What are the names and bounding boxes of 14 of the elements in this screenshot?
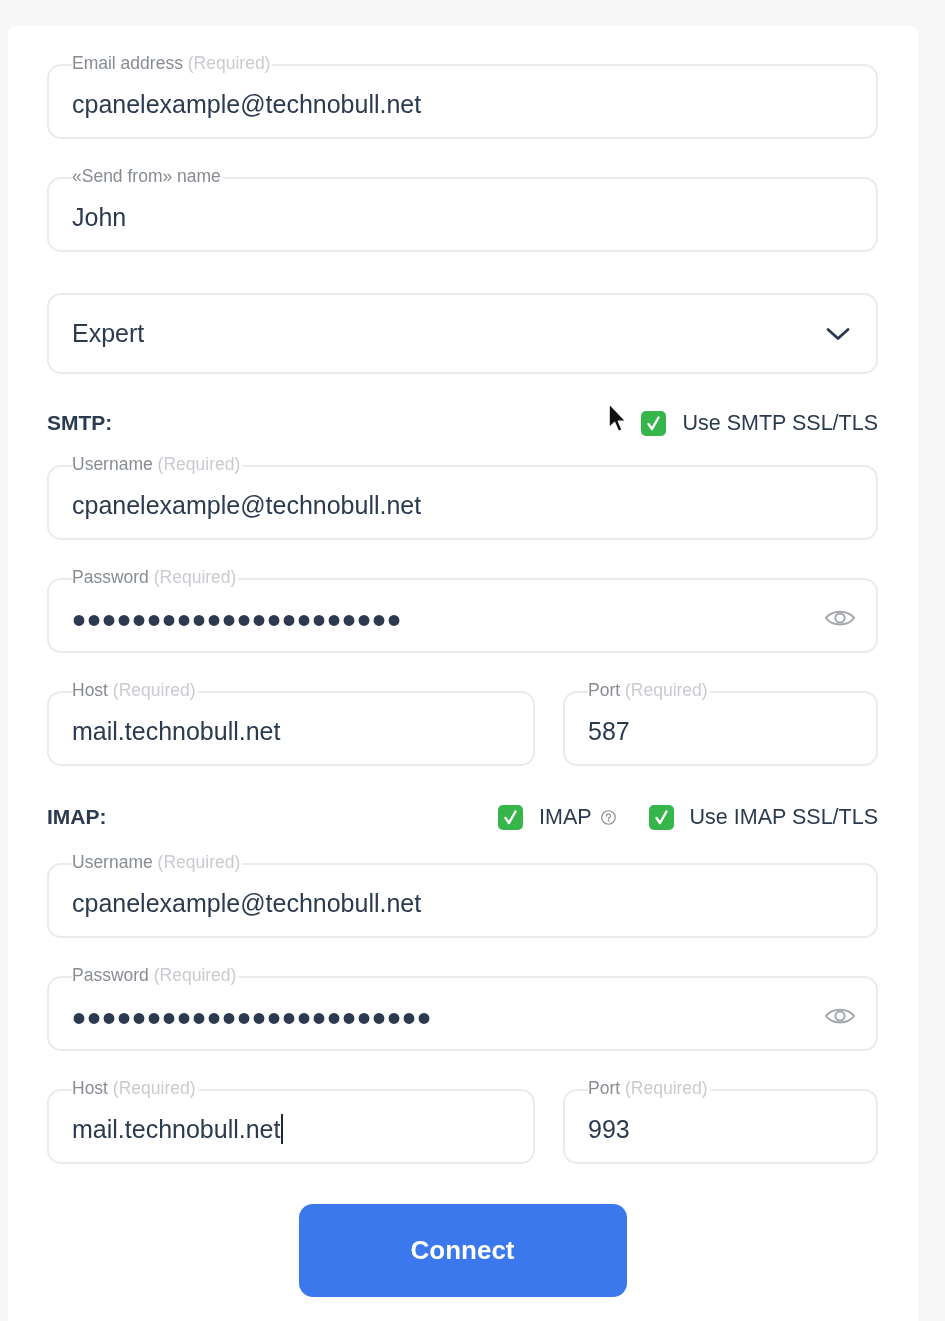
connect-button[interactable]: Connect — [298, 1204, 627, 1297]
field-label: «Send from» name — [72, 167, 222, 188]
checkbox-label: Use IMAP SSL/TLS — [689, 804, 878, 830]
section-title: SMTP: — [47, 411, 113, 435]
checkbox-label: Use SMTP SSL/TLS — [682, 410, 878, 436]
checkbox-label: IMAP — [539, 804, 592, 830]
mode-dropdown[interactable]: Expert — [47, 293, 878, 374]
checkbox[interactable] — [648, 804, 674, 830]
section-title: IMAP: — [47, 805, 107, 829]
chevron-down-icon — [826, 326, 850, 341]
help-icon[interactable] — [600, 809, 616, 825]
checkbox[interactable] — [498, 804, 523, 830]
checkbox[interactable] — [641, 410, 667, 436]
text-field[interactable]: «Send from» name John — [47, 167, 878, 252]
